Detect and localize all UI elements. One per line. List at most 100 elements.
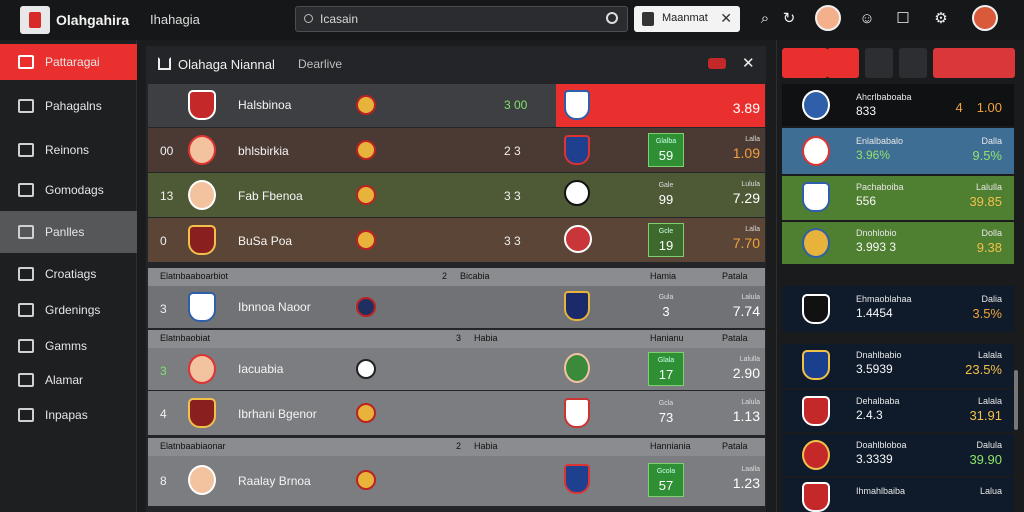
odd-value[interactable]: Lalula 1.13 bbox=[714, 399, 760, 424]
sidebar-item-label: Pahagalns bbox=[45, 99, 102, 113]
card-label: Pachaboiba bbox=[856, 182, 904, 192]
sidebar-item-0[interactable]: Pattaragai bbox=[0, 44, 137, 80]
live-toggle[interactable] bbox=[708, 58, 726, 69]
odd-value[interactable]: Lalla 1.09 bbox=[714, 136, 760, 161]
match-row[interactable]: 3 Ibnnoa Naoor Gula 3 Lalula 7.74 bbox=[148, 286, 765, 328]
goals-box[interactable]: Glalba 59 bbox=[648, 133, 684, 167]
section-col-d: Patala bbox=[722, 333, 748, 343]
odd-number: 7.29 bbox=[732, 190, 760, 206]
search-icon[interactable]: ⌕ bbox=[756, 10, 774, 28]
goals-box[interactable]: Gcla 73 bbox=[648, 396, 684, 430]
odds-card[interactable]: Dehalbaba 2.4.3 Lalala 31.91 bbox=[782, 390, 1014, 432]
search-submit-icon[interactable] bbox=[606, 12, 618, 24]
goals-box[interactable]: Gula 3 bbox=[648, 290, 684, 324]
card-side-label: Lalulla bbox=[975, 182, 1002, 192]
team-badge-icon bbox=[802, 228, 830, 258]
goals-box[interactable]: Gale 99 bbox=[648, 178, 684, 212]
sidebar-item-8[interactable]: Alamar bbox=[0, 362, 137, 398]
odd-value[interactable]: Lulula 7.29 bbox=[714, 181, 760, 206]
sidebar-item-5[interactable]: Croatiags bbox=[0, 256, 137, 292]
team-badge-icon bbox=[802, 482, 830, 512]
card-value: 556 bbox=[856, 194, 877, 208]
card-label: Ehmaoblahaa bbox=[856, 294, 912, 304]
ball-icon bbox=[356, 470, 376, 490]
page-subtitle[interactable]: Dearlive bbox=[298, 57, 342, 71]
ball-icon bbox=[356, 297, 376, 317]
card-label: Ihmahlbaiba bbox=[856, 486, 906, 496]
close-icon[interactable]: ✕ bbox=[720, 10, 732, 27]
card-label: Dnohlobio bbox=[856, 228, 897, 238]
card-label: Enlalbabalo bbox=[856, 136, 904, 146]
row-number: 0 bbox=[160, 234, 167, 248]
sidebar-item-label: Pattaragai bbox=[45, 55, 100, 69]
match-row[interactable]: Halsbinoa 3 00 3.89 bbox=[148, 84, 765, 127]
odds-card[interactable]: Dnahlbabio 3.5939 Lalala 23.5% bbox=[782, 344, 1014, 388]
odds-card[interactable]: Ahcrlbaboaba 833 4 1.00 bbox=[782, 84, 1014, 126]
settings-icon[interactable]: ⚙ bbox=[932, 10, 950, 28]
scrollbar[interactable] bbox=[1014, 370, 1018, 430]
card-label: Dehalbaba bbox=[856, 396, 900, 406]
odds-card[interactable]: Doahlbloboa 3.3339 Dalula 39.90 bbox=[782, 434, 1014, 476]
match-row[interactable]: 4 Ibrhani Bgenor Gcla 73 Lalula 1.13 bbox=[148, 391, 765, 435]
list-button[interactable] bbox=[865, 48, 893, 78]
goals-box[interactable]: Glala 17 bbox=[648, 352, 684, 386]
search-input[interactable]: Icasain bbox=[295, 6, 628, 32]
goals-value: 99 bbox=[658, 192, 674, 207]
user-chip[interactable]: Maanmat ✕ bbox=[634, 6, 740, 32]
sidebar-item-label: Panlles bbox=[45, 225, 85, 239]
match-row[interactable]: 00 bhlsbirkia 2 3 Glalba 59 Lalla 1.09 bbox=[148, 128, 765, 172]
odds-card[interactable]: Ehmaoblahaa 1.4454 Dalia 3.5% bbox=[782, 286, 1014, 332]
odds-card[interactable]: Enlalbabalo 3.96% Dalla 9.5% bbox=[782, 128, 1014, 174]
chat-icon[interactable]: ☐ bbox=[894, 10, 912, 28]
avatar[interactable] bbox=[815, 5, 841, 31]
section-count: 2 bbox=[456, 441, 462, 451]
calendar-button[interactable] bbox=[782, 48, 828, 78]
odd-value[interactable]: Lalla 7.70 bbox=[714, 226, 760, 251]
refresh-icon[interactable]: ↻ bbox=[780, 10, 798, 28]
search-placeholder: Icasain bbox=[320, 12, 359, 26]
sidebar-item-2[interactable]: Reinons bbox=[0, 132, 137, 168]
odds-card[interactable]: Pachaboiba 556 Lalulla 39.85 bbox=[782, 176, 1014, 220]
goals-box[interactable]: Gcola 57 bbox=[648, 463, 684, 497]
player-avatar-icon bbox=[188, 465, 216, 495]
app-logo-icon[interactable] bbox=[20, 6, 50, 34]
sidebar-item-4[interactable]: Panlles bbox=[0, 211, 137, 253]
match-row[interactable]: 13 Fab Fbenoa 3 3 Gale 99 Lulula 7.29 bbox=[148, 173, 765, 217]
odds-card[interactable]: Dnohlobio 3.993 3 Dolla 9.38 bbox=[782, 222, 1014, 264]
home-icon[interactable] bbox=[158, 57, 171, 70]
card-value: 833 bbox=[856, 104, 877, 118]
team-badge-icon bbox=[802, 294, 830, 324]
sidebar-item-9[interactable]: Inpapas bbox=[0, 397, 137, 433]
sidebar-item-7[interactable]: Gamms bbox=[0, 328, 137, 364]
sidebar-item-icon bbox=[18, 373, 34, 387]
sidebar-item-1[interactable]: Pahagalns bbox=[0, 88, 137, 124]
goals-label: Glala bbox=[657, 357, 675, 364]
odd-value[interactable]: Laalla 1.23 bbox=[714, 466, 760, 491]
sidebar-item-3[interactable]: Gomodags bbox=[0, 172, 137, 208]
odd-value[interactable]: 3.89 bbox=[714, 98, 760, 116]
profile-avatar[interactable] bbox=[972, 5, 998, 31]
odd-value[interactable]: Lalula 7.74 bbox=[714, 294, 760, 319]
match-row[interactable]: 8 Raalay Brnoa Gcola 57 Laalla 1.23 bbox=[148, 456, 765, 506]
close-icon[interactable]: ✕ bbox=[742, 54, 755, 72]
odds-card[interactable]: Ihmahlbaiba Lalua bbox=[782, 478, 1014, 512]
section-col-c: Hanniania bbox=[650, 441, 691, 451]
sidebar-item-icon bbox=[18, 55, 34, 69]
card-value: 3.96% bbox=[856, 148, 891, 162]
section-count: 2 bbox=[442, 271, 448, 281]
sidebar-item-6[interactable]: Grdenings bbox=[0, 292, 137, 328]
row-number: 4 bbox=[160, 407, 167, 421]
card-label: Ahcrlbaboaba bbox=[856, 92, 912, 102]
match-row[interactable]: 3 Iacuabia Glala 17 Lalulla 2.90 bbox=[148, 348, 765, 390]
emoji-icon[interactable]: ☺ bbox=[858, 10, 876, 28]
account-button[interactable] bbox=[933, 48, 1015, 78]
player-avatar-icon bbox=[564, 353, 590, 383]
goals-box[interactable]: Gcle 19 bbox=[648, 223, 684, 257]
section-header: Elatnbaobiat 3 Habia Hanianu Patala bbox=[148, 330, 765, 348]
section-col-d: Patala bbox=[722, 441, 748, 451]
clock-button[interactable] bbox=[827, 48, 859, 78]
home-button[interactable] bbox=[899, 48, 927, 78]
match-score: 3 3 bbox=[504, 234, 521, 248]
odd-value[interactable]: Lalulla 2.90 bbox=[714, 356, 760, 381]
match-row[interactable]: 0 BuSa Poa 3 3 Gcle 19 Lalla 7.70 bbox=[148, 218, 765, 262]
